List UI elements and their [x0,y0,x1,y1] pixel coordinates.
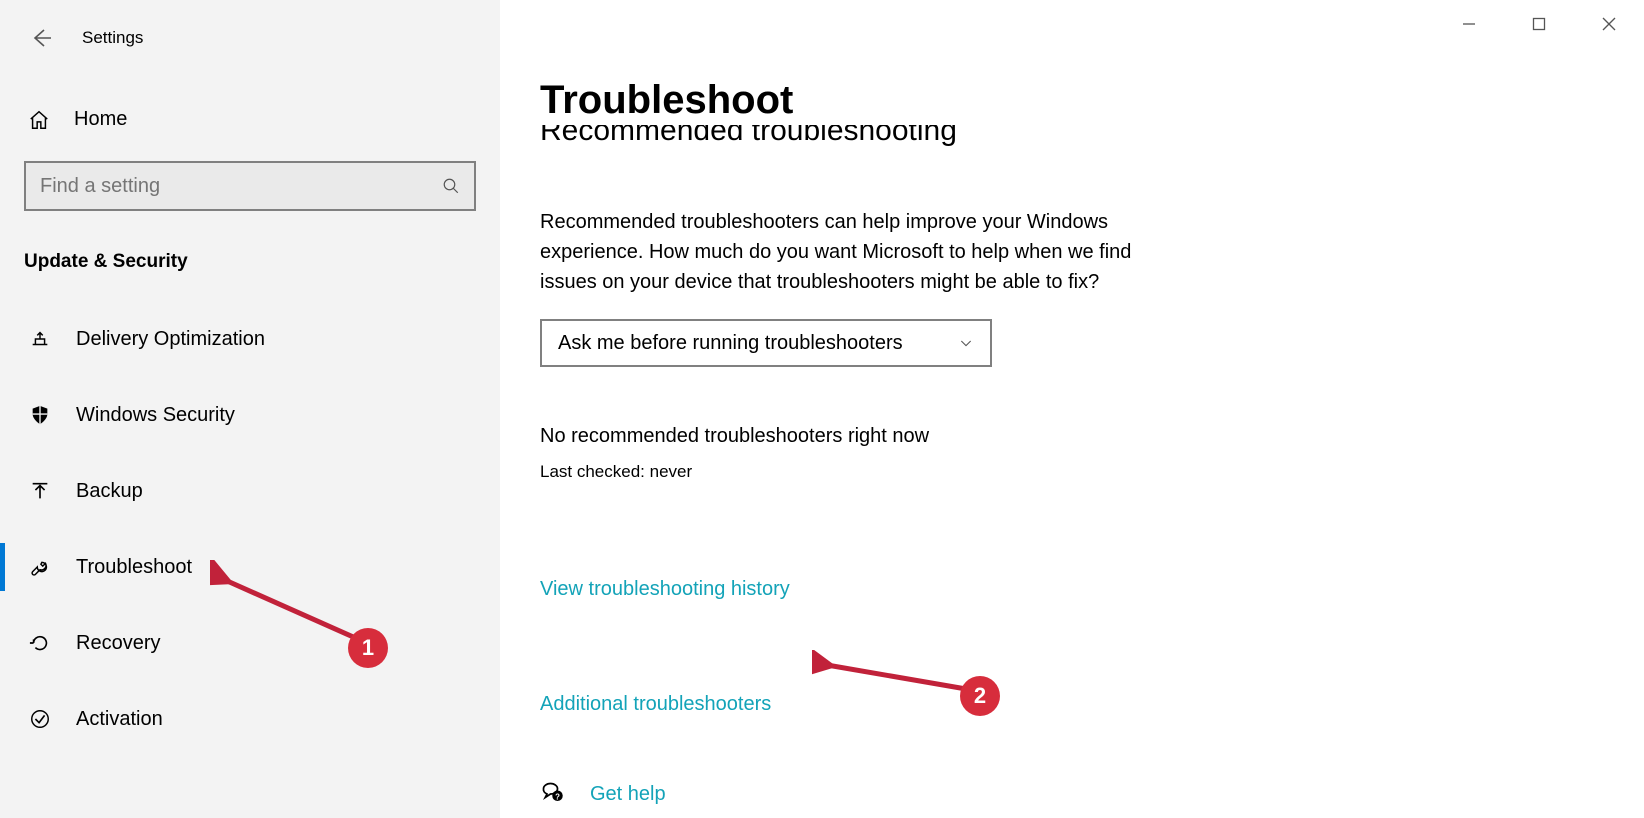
sidebar-item-recovery[interactable]: Recovery [0,605,500,681]
sidebar-item-activation[interactable]: Activation [0,681,500,757]
get-help-row[interactable]: ? Get help [540,780,1644,808]
home-icon [28,109,50,131]
status-text: No recommended troubleshooters right now [540,425,1644,448]
troubleshooter-dropdown[interactable]: Ask me before running troubleshooters [540,319,992,367]
page-subtitle: Recommended troubleshooting [540,125,1644,148]
link-additional-troubleshooters[interactable]: Additional troubleshooters [540,693,1644,716]
sidebar-category: Update & Security [0,251,500,273]
dropdown-value: Ask me before running troubleshooters [558,332,903,355]
backup-icon [28,480,52,502]
content-area: Troubleshoot Recommended troubleshooting… [500,0,1644,818]
chat-help-icon: ? [540,780,568,808]
sidebar-item-delivery-optimization[interactable]: Delivery Optimization [0,301,500,377]
annotation-badge-1: 1 [348,628,388,668]
get-help-link[interactable]: Get help [590,783,666,806]
sidebar-item-backup[interactable]: Backup [0,453,500,529]
description-text: Recommended troubleshooters can help imp… [540,207,1180,297]
minimize-button[interactable] [1434,0,1504,48]
check-circle-icon [28,708,52,730]
wrench-icon [28,556,52,578]
home-label: Home [74,108,127,131]
search-box[interactable] [24,161,476,211]
search-icon [442,177,460,195]
sidebar-item-label: Activation [76,708,163,731]
sidebar-item-label: Backup [76,480,143,503]
sidebar-item-label: Recovery [76,632,160,655]
substatus-text: Last checked: never [540,462,1644,482]
sidebar-item-label: Delivery Optimization [76,328,265,351]
sidebar-item-troubleshoot[interactable]: Troubleshoot [0,529,500,605]
sidebar-item-label: Windows Security [76,404,235,427]
link-view-history[interactable]: View troubleshooting history [540,578,1644,601]
recovery-icon [28,632,52,654]
sidebar-item-windows-security[interactable]: Windows Security [0,377,500,453]
search-input[interactable] [40,175,442,198]
sidebar-item-label: Troubleshoot [76,556,192,579]
sidebar: Settings Home Update & Security Delivery… [0,0,500,818]
back-button[interactable] [28,26,54,50]
annotation-badge-2: 2 [960,676,1000,716]
close-button[interactable] [1574,0,1644,48]
sidebar-home[interactable]: Home [0,94,500,145]
chevron-down-icon [958,335,974,351]
delivery-icon [28,328,52,350]
shield-icon [28,404,52,426]
svg-text:?: ? [555,792,560,801]
window-title: Settings [82,28,143,48]
page-title: Troubleshoot [540,78,1644,123]
maximize-button[interactable] [1504,0,1574,48]
